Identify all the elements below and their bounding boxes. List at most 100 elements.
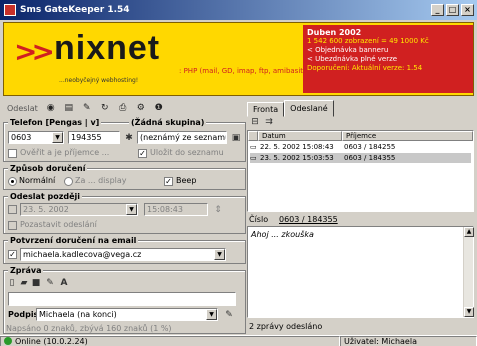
send-button[interactable]: Odeslat <box>5 101 40 115</box>
status-online-text: Online (10.0.2.24) <box>15 337 88 346</box>
new-message-icon[interactable]: ▯ <box>6 277 18 289</box>
send-date-value: 23. 5. 2002 <box>23 205 69 214</box>
chevron-down-icon[interactable]: ▼ <box>126 204 137 215</box>
table-row[interactable]: ▭ 23. 5. 2002 15:03:53 0603 / 184355 <box>250 153 471 163</box>
tab-sent[interactable]: Odeslané <box>284 100 334 117</box>
status-user: Uživatel: Michaela <box>340 336 477 346</box>
delivery-flash-label: Za ... display <box>75 176 127 185</box>
tab-sent-label: Odeslané <box>290 104 328 113</box>
signature-label: Podpis <box>8 310 39 319</box>
email-select[interactable]: michaela.kadlecova@vega.cz ▼ <box>20 248 226 261</box>
online-icon <box>4 337 12 345</box>
table-row[interactable]: ▭ 22. 5. 2002 15:08:43 0603 / 184255 <box>250 142 471 152</box>
maximize-button[interactable]: □ <box>446 4 459 16</box>
brand-logo: nixnet <box>54 29 161 67</box>
envelope-icon: ▭ <box>250 154 257 162</box>
promo-link[interactable]: < Ubezdnávka plné verze <box>307 55 469 64</box>
banner-services: : PHP (mail, GD, imap, ftp, amibasit) <box>179 67 306 75</box>
chevron-down-icon[interactable]: ▼ <box>214 249 225 260</box>
send-time-value: 15:08:43 <box>147 205 183 214</box>
row-recipient: 0603 / 184355 <box>344 154 396 162</box>
phone-number-value: 194355 <box>71 133 102 142</box>
send-later-title: Odeslat později <box>8 192 82 201</box>
send-date-field[interactable]: 23. 5. 2002 ▼ <box>20 203 138 216</box>
message-group: Zpráva ▯ ▰ ■ ✎ A Podpis Michaela (na kon… <box>3 266 246 334</box>
refresh-icon[interactable]: ↻ <box>98 101 112 115</box>
lookup-icon[interactable]: ✱ <box>123 132 135 144</box>
toolbar: Odeslat ◉ ▤ ✎ ↻ ⎙ ⚙ ❶ <box>3 99 246 117</box>
phone-number-field[interactable]: 194355 <box>68 131 120 144</box>
window-title: Sms GateKeeper 1.54 <box>20 5 130 15</box>
compose-panel: Telefon [Pengas | v] (Žádná skupina) 060… <box>3 118 246 334</box>
row-date: 23. 5. 2002 15:03:53 <box>260 154 334 162</box>
phone-prefix-select[interactable]: 0603 ▼ <box>8 131 64 144</box>
minimize-button[interactable]: _ <box>431 4 444 16</box>
sent-messages-list[interactable]: Datum Příjemce ▭ 22. 5. 2002 15:08:43 06… <box>247 130 474 212</box>
send-later-group: Odeslat později 23. 5. 2002 ▼ 15:08:43 ⇕… <box>3 192 246 234</box>
email-confirm-checkbox[interactable]: ✓ <box>8 250 17 259</box>
signature-value: Michaela (na konci) <box>39 310 117 319</box>
delivery-normal-label: Normální <box>19 176 56 185</box>
show-recipient-checkbox[interactable] <box>8 149 17 158</box>
open-icon[interactable]: ▰ <box>18 277 30 289</box>
tab-queue-label: Fronta <box>253 105 279 114</box>
phone-group-title: Telefon [Pengas | v] <box>8 118 102 127</box>
forward-icon[interactable]: ⇉ <box>263 116 275 128</box>
show-recipient-label: Ověřit a je příjemce ... <box>20 148 110 157</box>
email-value: michaela.kadlecova@vega.cz <box>23 250 142 259</box>
logo-arrows-icon: >> <box>14 35 55 68</box>
contacts-icon[interactable]: ▤ <box>62 101 76 115</box>
phone-prefix-value: 0603 <box>11 133 32 142</box>
ad-banner[interactable]: >> nixnet ...neobyčejný webhosting! : PH… <box>3 22 474 96</box>
title-bar: Sms GateKeeper 1.54 _ □ × <box>0 0 477 20</box>
message-preview[interactable]: Ahoj ... zkouška ▲ ▼ <box>247 226 474 318</box>
edit-signature-icon[interactable]: ✎ <box>223 309 235 321</box>
send-later-checkbox[interactable] <box>8 205 17 214</box>
sent-panel: ⊟ ⇉ Datum Příjemce ▭ 22. 5. 2002 15:08:4… <box>247 116 474 334</box>
beep-checkbox[interactable]: ✓ <box>164 177 173 186</box>
save-to-book-checkbox[interactable]: ✓ <box>138 149 147 158</box>
delete-icon[interactable]: ⊟ <box>249 116 261 128</box>
tools-icon[interactable]: ✎ <box>80 101 94 115</box>
scroll-down-icon[interactable]: ▼ <box>464 307 474 317</box>
print-icon[interactable]: ⎙ <box>116 101 130 115</box>
font-icon[interactable]: A <box>58 277 70 289</box>
banner-promo[interactable]: Duben 2002 1 542 600 zobrazení = 49 1000… <box>303 25 473 93</box>
tab-queue[interactable]: Fronta <box>247 102 285 117</box>
send-time-field[interactable]: 15:08:43 <box>144 203 208 216</box>
delivery-group-title: Způsob doručení <box>8 164 88 173</box>
settings-icon[interactable]: ⚙ <box>134 101 148 115</box>
delivery-flash-radio[interactable] <box>64 177 73 186</box>
address-book-icon[interactable]: ▣ <box>230 132 242 144</box>
time-spin-icon[interactable]: ⇕ <box>212 204 224 216</box>
scroll-up-icon[interactable]: ▲ <box>464 227 474 237</box>
message-tabs: Fronta Odeslané <box>247 99 334 117</box>
save-to-book-label: Uložit do seznamu <box>150 148 224 157</box>
status-online: Online (10.0.2.24) <box>0 336 340 346</box>
list-header-date[interactable]: Datum <box>258 131 342 141</box>
chevron-down-icon[interactable]: ▼ <box>206 309 217 320</box>
signature-select[interactable]: Michaela (na konci) ▼ <box>36 308 218 321</box>
row-recipient: 0603 / 184255 <box>344 143 396 151</box>
list-header-icon-col[interactable] <box>248 131 258 141</box>
address-book-icon[interactable]: ◉ <box>44 101 58 115</box>
postpone-checkbox[interactable] <box>8 221 17 230</box>
email-confirm-group: Potvrzení doručení na email ✓ michaela.k… <box>3 236 246 264</box>
message-textarea[interactable] <box>8 292 236 306</box>
promo-line: 1 542 600 zobrazení = 49 1000 Kč <box>307 37 429 45</box>
promo-link[interactable]: < Objednávka banneru <box>307 46 469 55</box>
email-confirm-title: Potvrzení doručení na email <box>8 236 139 245</box>
help-icon[interactable]: ❶ <box>152 101 166 115</box>
chevron-down-icon[interactable]: ▼ <box>52 132 63 143</box>
list-header-recipient[interactable]: Příjemce <box>342 131 473 141</box>
beep-label: Beep <box>176 176 197 185</box>
recipient-field[interactable]: (neznámý ze seznamu) <box>137 131 227 144</box>
list-header: Datum Příjemce <box>248 131 473 141</box>
status-bar: Online (10.0.2.24) Uživatel: Michaela <box>0 335 477 346</box>
close-button[interactable]: × <box>461 4 474 16</box>
detail-number-value[interactable]: 0603 / 184355 <box>279 215 338 224</box>
tools-icon[interactable]: ✎ <box>44 277 56 289</box>
preview-scrollbar[interactable]: ▲ ▼ <box>463 227 474 317</box>
save-icon[interactable]: ■ <box>30 277 42 289</box>
delivery-normal-radio[interactable] <box>8 177 17 186</box>
